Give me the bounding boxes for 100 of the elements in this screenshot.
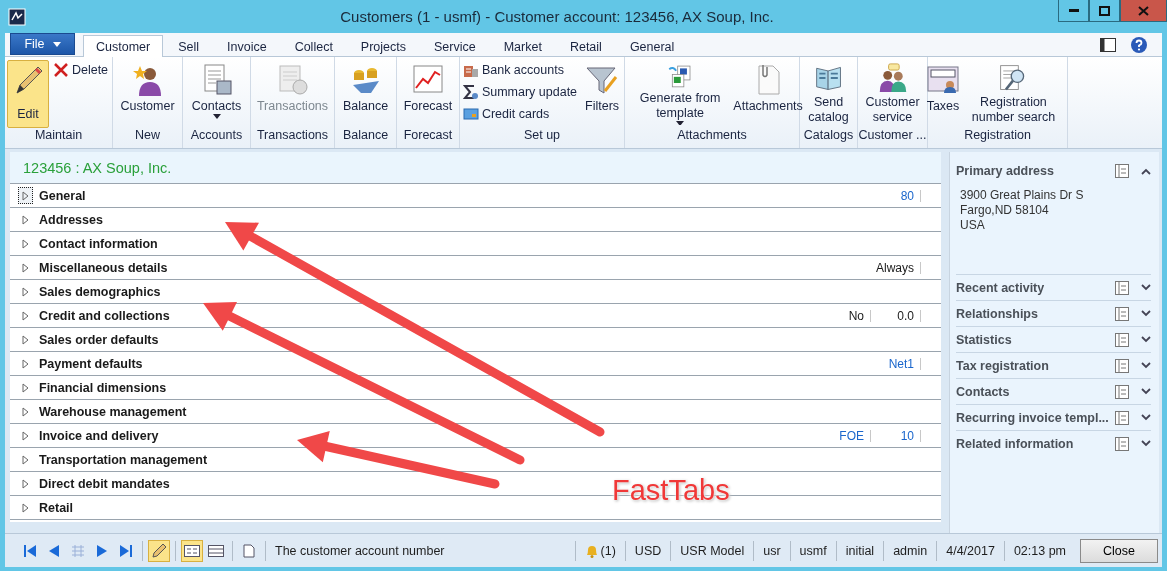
app-icon bbox=[8, 7, 26, 26]
factbox-title[interactable]: Related information bbox=[956, 436, 1109, 451]
minimize-button[interactable] bbox=[1058, 0, 1089, 22]
fasttab-label[interactable]: Addresses bbox=[33, 212, 103, 227]
factbox-title[interactable]: Statistics bbox=[956, 332, 1109, 347]
ribbon-tab[interactable]: Market bbox=[490, 35, 555, 57]
ribbon-button[interactable]: Taxes bbox=[928, 60, 958, 128]
factbox-view-button[interactable] bbox=[1115, 332, 1129, 347]
factbox-title[interactable]: Relationships bbox=[956, 306, 1109, 321]
expand-icon bbox=[22, 286, 29, 297]
factbox-toggle[interactable] bbox=[1141, 414, 1151, 421]
ribbon-tab[interactable]: Customer bbox=[83, 35, 164, 57]
factbox-view-button[interactable] bbox=[1115, 164, 1129, 178]
fasttab-label[interactable]: Retail bbox=[33, 500, 74, 515]
close-button[interactable] bbox=[1120, 0, 1167, 22]
summary-value[interactable]: Net1 bbox=[871, 357, 921, 370]
ribbon-button[interactable]: Summary update bbox=[460, 82, 580, 102]
form-icon bbox=[184, 544, 200, 557]
minimize-icon bbox=[1068, 8, 1079, 13]
ribbon-tab[interactable]: Retail bbox=[556, 35, 615, 57]
factbox-view-button[interactable] bbox=[1115, 306, 1129, 321]
ribbon-button[interactable]: Balance bbox=[338, 60, 393, 128]
status-field: usr bbox=[759, 543, 785, 558]
ribbon-button[interactable]: Credit cards bbox=[460, 104, 580, 124]
factbox-view-button[interactable] bbox=[1115, 410, 1129, 425]
fasttab-label[interactable]: Miscellaneous details bbox=[33, 260, 168, 275]
factbox-toggle[interactable] bbox=[1141, 388, 1151, 395]
caret-icon bbox=[212, 114, 221, 119]
factbox-view-button[interactable] bbox=[1115, 436, 1129, 451]
fasttab-label[interactable]: Sales order defaults bbox=[33, 332, 159, 347]
file-menu-button[interactable]: File bbox=[10, 33, 75, 55]
ribbon-tab[interactable]: Projects bbox=[347, 35, 419, 57]
group-label: Balance bbox=[341, 128, 390, 144]
close-form-button[interactable]: Close bbox=[1080, 538, 1158, 563]
document-icon bbox=[243, 543, 255, 558]
ribbon-button[interactable]: Delete bbox=[50, 60, 111, 80]
fasttab-label[interactable]: General bbox=[33, 188, 86, 203]
bell-icon bbox=[584, 543, 599, 558]
factbox-view-button[interactable] bbox=[1115, 358, 1129, 373]
ribbon-button[interactable]: Registration number search bbox=[959, 60, 1067, 128]
ribbon-button[interactable]: Customer service bbox=[858, 60, 927, 128]
ribbon-button[interactable]: Filters bbox=[581, 60, 624, 128]
summary-value[interactable]: 10 bbox=[871, 429, 921, 442]
ribbon-tab[interactable]: Invoice bbox=[214, 35, 280, 57]
group-label: Registration bbox=[963, 128, 1032, 144]
factbox-toggle[interactable] bbox=[1141, 310, 1151, 317]
fasttab-label[interactable]: Warehouse management bbox=[33, 404, 187, 419]
caret-icon bbox=[52, 41, 61, 47]
ribbon-tab[interactable]: Sell bbox=[165, 35, 213, 57]
fasttab-label[interactable]: Credit and collections bbox=[33, 308, 170, 323]
delete-icon bbox=[52, 62, 69, 78]
fasttab-label[interactable]: Transportation management bbox=[33, 452, 208, 467]
summary-value[interactable]: 80 bbox=[871, 189, 921, 202]
factbox-title[interactable]: Contacts bbox=[956, 384, 1109, 399]
window-icon bbox=[1115, 280, 1129, 295]
group-label: Transactions bbox=[255, 128, 330, 144]
fasttab-label[interactable]: Contact information bbox=[33, 236, 158, 251]
edit-mode-toggle[interactable] bbox=[148, 539, 170, 562]
credit-card-icon bbox=[462, 106, 479, 122]
factbox-toggle[interactable] bbox=[1141, 440, 1151, 447]
factbox-view-button[interactable] bbox=[1115, 384, 1129, 399]
panel-layout-icon[interactable] bbox=[1100, 37, 1116, 52]
summary-value[interactable]: FOE bbox=[821, 429, 871, 442]
ribbon-button[interactable]: Customer bbox=[116, 60, 179, 128]
fasttab-label[interactable]: Sales demographics bbox=[33, 284, 161, 299]
factbox-title[interactable]: Recent activity bbox=[956, 280, 1109, 295]
notifications-button[interactable]: (1) bbox=[580, 543, 620, 558]
expand-icon bbox=[22, 502, 29, 513]
fasttab-label[interactable]: Financial dimensions bbox=[33, 380, 167, 395]
fasttab-label[interactable]: Payment defaults bbox=[33, 356, 143, 371]
factbox-title[interactable]: Tax registration bbox=[956, 358, 1109, 373]
ribbon-button[interactable]: Bank accounts bbox=[460, 60, 580, 80]
pencil-icon bbox=[151, 542, 167, 559]
ribbon-tab[interactable]: Collect bbox=[281, 35, 346, 57]
ribbon-button[interactable]: Forecast bbox=[399, 60, 457, 128]
ribbon-button[interactable]: Edit bbox=[6, 60, 49, 128]
factbox-toggle[interactable] bbox=[1141, 167, 1151, 175]
factbox-view-button[interactable] bbox=[1115, 280, 1129, 295]
factbox-title[interactable]: Recurring invoice templ... bbox=[956, 410, 1109, 425]
factbox-toggle[interactable] bbox=[1141, 362, 1151, 369]
factbox-toggle[interactable] bbox=[1141, 284, 1151, 291]
expand-icon bbox=[1141, 362, 1151, 369]
expand-icon bbox=[1141, 388, 1151, 395]
fasttab-label[interactable]: Direct debit mandates bbox=[33, 476, 170, 491]
factbox-title[interactable]: Primary address bbox=[956, 164, 1109, 178]
ribbon-button[interactable]: Contacts bbox=[187, 60, 246, 128]
form-view-toggle[interactable] bbox=[181, 539, 203, 562]
expand-icon bbox=[22, 262, 29, 273]
status-field: initial bbox=[841, 543, 879, 558]
fasttab-label[interactable]: Invoice and delivery bbox=[33, 428, 159, 443]
maximize-button[interactable] bbox=[1089, 0, 1120, 22]
address-line: 3900 Great Plains Dr S bbox=[960, 188, 1085, 203]
help-icon[interactable] bbox=[1130, 35, 1148, 54]
group-label: Attachments bbox=[676, 128, 748, 144]
status-field: admin bbox=[889, 543, 932, 558]
ribbon-tab[interactable]: General bbox=[616, 35, 688, 57]
expand-icon bbox=[1141, 336, 1151, 343]
group-label: Accounts bbox=[189, 128, 244, 144]
factbox-toggle[interactable] bbox=[1141, 336, 1151, 343]
ribbon-tab[interactable]: Service bbox=[421, 35, 489, 57]
